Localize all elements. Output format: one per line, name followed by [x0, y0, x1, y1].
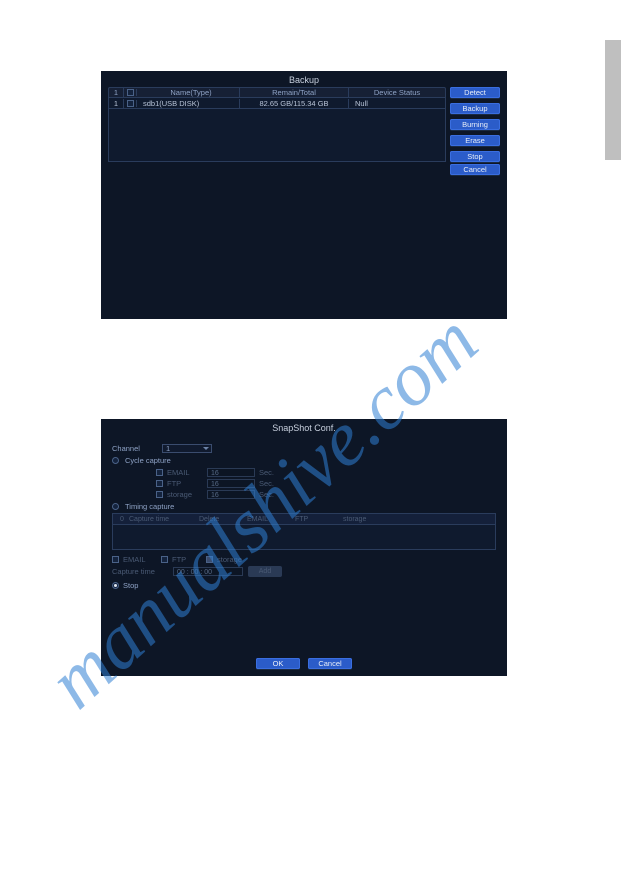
th-delete: Delete [199, 516, 247, 523]
th-email: EMAIL [247, 516, 295, 523]
ok-button[interactable]: OK [256, 658, 300, 669]
stop-radio[interactable] [112, 582, 119, 589]
cycle-capture-label: Cycle capture [125, 456, 171, 465]
table-header: 1 Name(Type) Remain/Total Device Status [108, 87, 446, 98]
channel-select[interactable]: 1 [162, 444, 212, 453]
page-side-tab [605, 40, 621, 160]
ftp-unit: Sec. [259, 479, 274, 488]
backup-button[interactable]: Backup [450, 103, 500, 114]
col-count: 1 [109, 88, 124, 97]
ftp-label-2: FTP [172, 555, 202, 564]
email-checkbox-2[interactable] [112, 556, 119, 563]
row-check [124, 100, 137, 107]
col-check [124, 89, 137, 96]
capture-time-label: Capture time [112, 567, 168, 576]
row-name: sdb1(USB DISK) [137, 99, 240, 108]
cancel-button[interactable]: Cancel [450, 164, 500, 175]
ftp-label: FTP [167, 479, 203, 488]
col-device-status: Device Status [349, 88, 445, 97]
cycle-capture-radio[interactable] [112, 457, 119, 464]
email-label: EMAIL [167, 468, 203, 477]
detect-button[interactable]: Detect [450, 87, 500, 98]
erase-button[interactable]: Erase [450, 135, 500, 146]
cancel-button-2[interactable]: Cancel [308, 658, 352, 669]
col-remain-total: Remain/Total [240, 88, 349, 97]
capture-time-input[interactable]: 00 : 00 : 00 [173, 567, 243, 576]
storage-label: storage [167, 490, 203, 499]
stop-button[interactable]: Stop [450, 151, 500, 162]
backup-panel: Backup 1 Name(Type) Remain/Total Device … [101, 71, 507, 319]
email-input[interactable]: 16 [207, 468, 255, 477]
table-row[interactable]: 1 sdb1(USB DISK) 82.65 GB/115.34 GB Null [108, 98, 446, 109]
backup-title: Backup [102, 72, 506, 87]
add-button[interactable]: Add [248, 566, 282, 577]
storage-checkbox-2[interactable] [206, 556, 213, 563]
email-label-2: EMAIL [123, 555, 157, 564]
row-status: Null [349, 99, 445, 108]
channel-value: 1 [166, 444, 170, 453]
header-checkbox[interactable] [127, 89, 134, 96]
row-num: 1 [109, 99, 124, 108]
channel-label: Channel [112, 444, 156, 453]
ftp-input[interactable]: 16 [207, 479, 255, 488]
device-table: 1 Name(Type) Remain/Total Device Status … [108, 87, 446, 162]
chevron-down-icon [203, 447, 209, 450]
burning-button[interactable]: Burning [450, 119, 500, 130]
th-0: 0 [115, 516, 129, 523]
email-unit: Sec. [259, 468, 274, 477]
snapshot-panel: SnapShot Conf. Channel 1 Cycle capture E… [101, 419, 507, 676]
row-checkbox[interactable] [127, 100, 134, 107]
ftp-checkbox[interactable] [156, 480, 163, 487]
action-buttons: Detect Backup Burning Erase Stop [450, 87, 500, 162]
snapshot-title: SnapShot Conf. [102, 420, 506, 435]
email-checkbox[interactable] [156, 469, 163, 476]
timing-capture-radio[interactable] [112, 503, 119, 510]
storage-unit: Sec. [259, 490, 274, 499]
th-storage: storage [343, 516, 495, 523]
th-ftp: FTP [295, 516, 343, 523]
stop-label: Stop [123, 581, 138, 590]
table-empty-area [108, 109, 446, 162]
row-remain-total: 82.65 GB/115.34 GB [240, 99, 349, 108]
col-name-type: Name(Type) [137, 88, 240, 97]
storage-checkbox[interactable] [156, 491, 163, 498]
storage-label-2: storage [217, 555, 242, 564]
ftp-checkbox-2[interactable] [161, 556, 168, 563]
storage-input[interactable]: 16 [207, 490, 255, 499]
th-capture-time: Capture time [129, 516, 199, 523]
timing-capture-label: Timing capture [125, 502, 174, 511]
timing-body [112, 525, 496, 550]
timing-header: 0 Capture time Delete EMAIL FTP storage [112, 513, 496, 525]
